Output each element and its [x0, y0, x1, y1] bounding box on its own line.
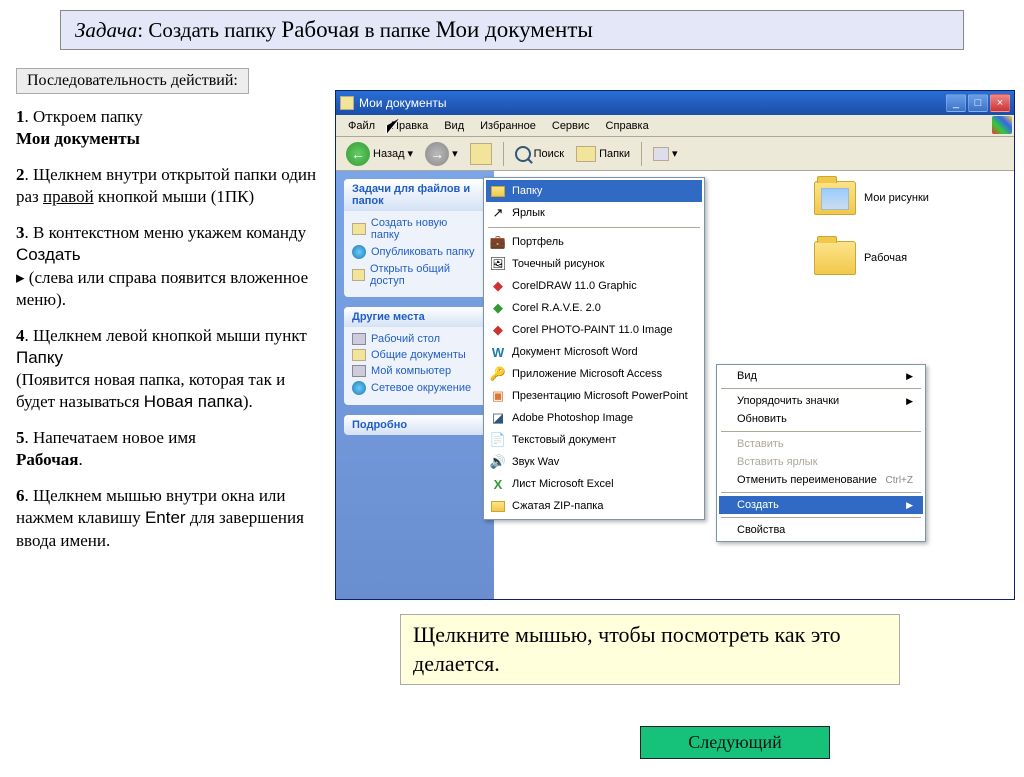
ctx-paste[interactable]: Вставить — [719, 435, 923, 453]
folder-icon — [340, 96, 354, 110]
next-button[interactable]: Следующий — [640, 726, 830, 759]
mi-coreldraw[interactable]: ◆CorelDRAW 11.0 Graphic — [486, 275, 702, 297]
menubar: Файл Правка Вид Избранное Сервис Справка — [336, 115, 1014, 137]
toolbar: ←Назад ▾ →▾ Поиск Папки ▾ — [336, 137, 1014, 171]
folder-icon — [814, 241, 856, 275]
menu-file[interactable]: Файл — [340, 118, 383, 134]
menu-help[interactable]: Справка — [598, 118, 657, 134]
close-button[interactable]: × — [990, 94, 1010, 112]
item-my-pictures[interactable]: Мои рисунки — [814, 181, 929, 215]
context-menu: Вид▶ Упорядочить значки▶ Обновить Встави… — [716, 364, 926, 542]
mi-photoshop[interactable]: ◪Adobe Photoshop Image — [486, 407, 702, 429]
steps-list: 1. Откроем папкуМои документы 2. Щелкнем… — [16, 106, 326, 552]
item-work-folder[interactable]: Рабочая — [814, 241, 907, 275]
mi-corelpaint[interactable]: ◆Corel PHOTO-PAINT 11.0 Image — [486, 319, 702, 341]
mi-zip[interactable]: Сжатая ZIP-папка — [486, 495, 702, 517]
menu-service[interactable]: Сервис — [544, 118, 598, 134]
menu-fav[interactable]: Избранное — [472, 118, 544, 134]
place-mycomputer[interactable]: Мой компьютер — [352, 363, 478, 379]
task-header: Задача: Создать папку Рабочая в папке Мо… — [60, 10, 964, 50]
ctx-create[interactable]: Создать▶ — [719, 496, 923, 514]
ctx-undo[interactable]: Отменить переименованиеCtrl+Z — [719, 471, 923, 489]
maximize-button[interactable]: □ — [968, 94, 988, 112]
folder-icon — [814, 181, 856, 215]
task-share[interactable]: Открыть общий доступ — [352, 261, 478, 289]
place-shared[interactable]: Общие документы — [352, 347, 478, 363]
click-hint: Щелкните мышью, чтобы посмотреть как это… — [400, 614, 900, 685]
task-publish[interactable]: Опубликовать папку — [352, 243, 478, 261]
mi-briefcase[interactable]: 💼Портфель — [486, 231, 702, 253]
mi-corelrave[interactable]: ◆Corel R.A.V.E. 2.0 — [486, 297, 702, 319]
sequence-label: Последовательность действий: — [16, 68, 249, 94]
mi-excel[interactable]: XЛист Microsoft Excel — [486, 473, 702, 495]
place-desktop[interactable]: Рабочий стол — [352, 331, 478, 347]
mi-bitmap[interactable]: 🖼Точечный рисунок — [486, 253, 702, 275]
window-titlebar[interactable]: Мои документы _ □ × — [336, 91, 1014, 115]
places-card: Другие места Рабочий стол Общие документ… — [344, 307, 486, 405]
new-submenu: Папку ↗Ярлык 💼Портфель 🖼Точечный рисунок… — [483, 177, 705, 520]
mi-wav[interactable]: 🔊Звук Wav — [486, 451, 702, 473]
task-label: Задача — [75, 18, 137, 42]
mi-word[interactable]: WДокумент Microsoft Word — [486, 341, 702, 363]
mi-text[interactable]: 📄Текстовый документ — [486, 429, 702, 451]
window-title: Мои документы — [359, 96, 446, 110]
views-button[interactable]: ▾ — [649, 145, 682, 163]
ctx-paste-link[interactable]: Вставить ярлык — [719, 453, 923, 471]
windows-logo-icon — [992, 116, 1012, 134]
side-panel: Задачи для файлов и папок Создать новую … — [336, 171, 494, 599]
back-button[interactable]: ←Назад ▾ — [342, 140, 417, 168]
mi-shortcut[interactable]: ↗Ярлык — [486, 202, 702, 224]
details-card: Подробно — [344, 415, 486, 435]
task-new-folder[interactable]: Создать новую папку — [352, 215, 478, 243]
tasks-card: Задачи для файлов и папок Создать новую … — [344, 179, 486, 297]
mi-powerpoint[interactable]: ▣Презентацию Microsoft PowerPoint — [486, 385, 702, 407]
ctx-view[interactable]: Вид▶ — [719, 367, 923, 385]
mi-access[interactable]: 🔑Приложение Microsoft Access — [486, 363, 702, 385]
folders-button[interactable]: Папки — [572, 144, 634, 164]
ctx-properties[interactable]: Свойства — [719, 521, 923, 539]
forward-button[interactable]: →▾ — [421, 140, 462, 168]
mi-folder[interactable]: Папку — [486, 180, 702, 202]
ctx-arrange[interactable]: Упорядочить значки▶ — [719, 392, 923, 410]
up-button[interactable] — [466, 141, 496, 167]
menu-view[interactable]: Вид — [436, 118, 472, 134]
search-button[interactable]: Поиск — [511, 144, 568, 164]
minimize-button[interactable]: _ — [946, 94, 966, 112]
menu-edit[interactable]: Правка — [383, 118, 436, 134]
ctx-refresh[interactable]: Обновить — [719, 410, 923, 428]
place-network[interactable]: Сетевое окружение — [352, 379, 478, 397]
